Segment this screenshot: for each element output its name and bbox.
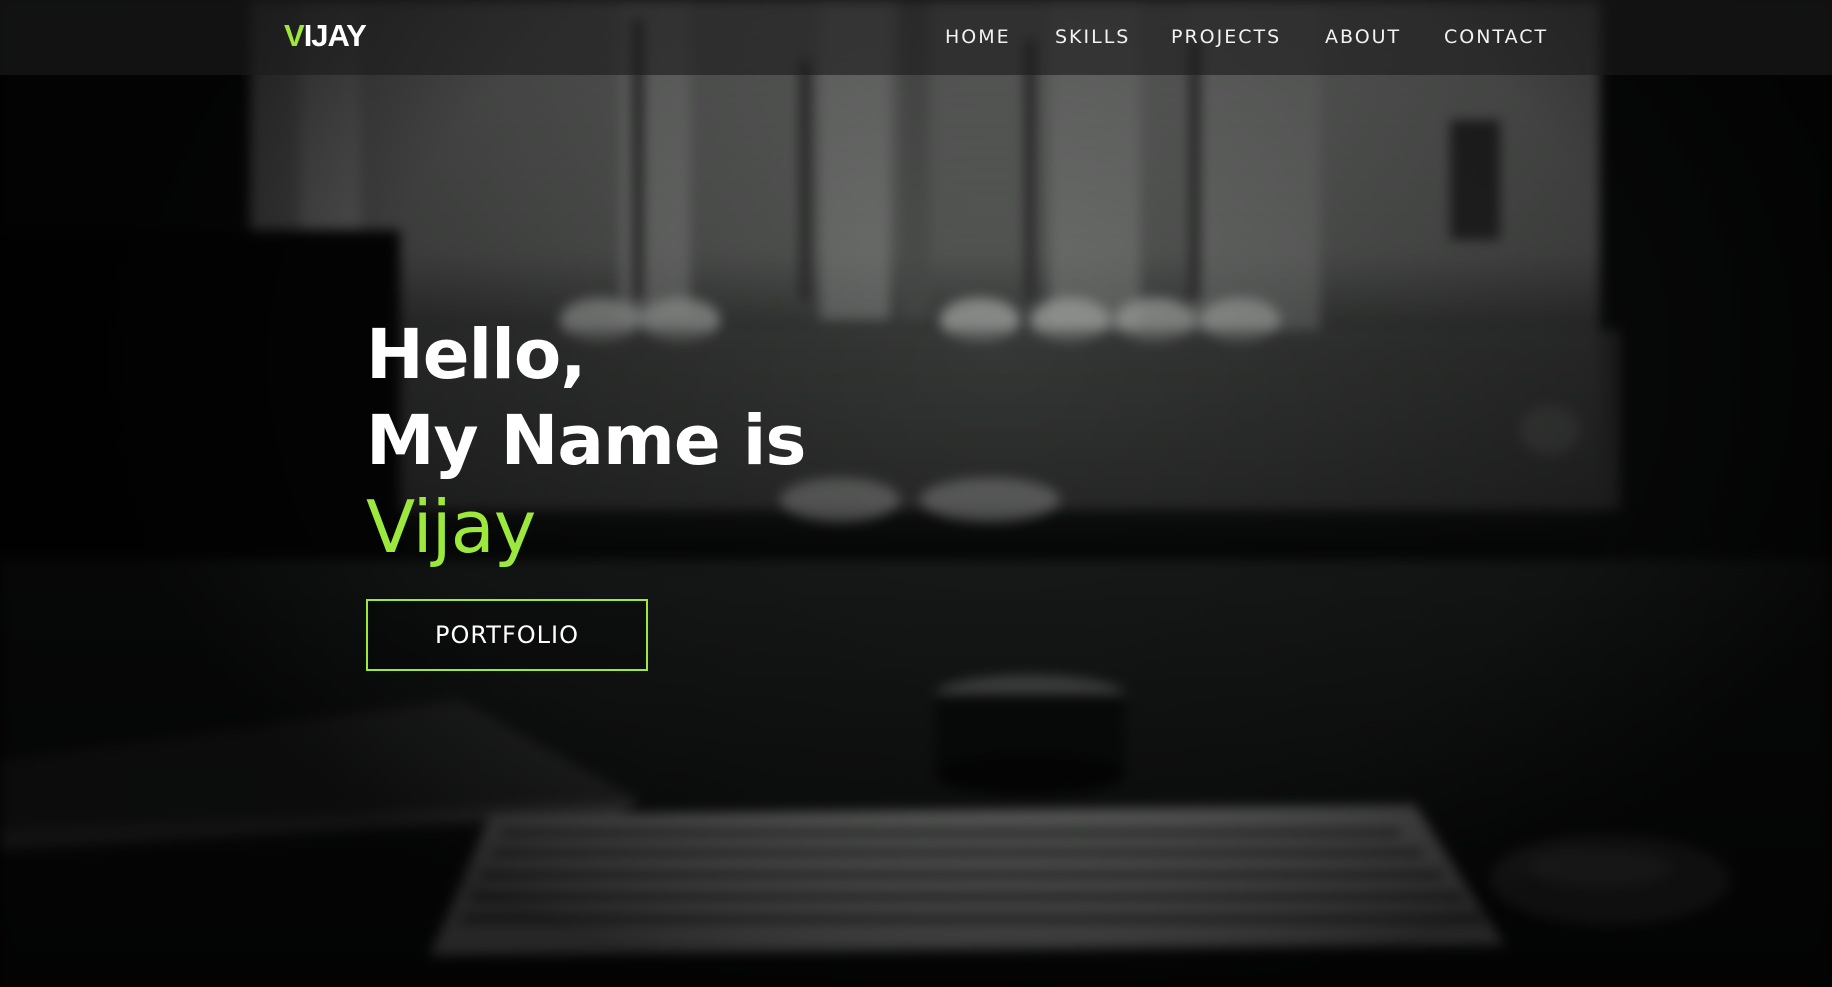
nav-item-home[interactable]: HOME — [945, 25, 1011, 49]
hero-name: Vijay — [366, 485, 536, 569]
hero-greeting: Hello, — [366, 315, 586, 395]
nav-item-contact[interactable]: CONTACT — [1444, 25, 1548, 49]
top-navbar: VIJAY HOME SKILLS PROJECTS ABOUT CONTACT — [0, 0, 1832, 75]
hero-heading: Hello, My Name is Vijay — [366, 312, 806, 570]
nav-item-projects[interactable]: PROJECTS — [1171, 25, 1281, 49]
page: VIJAY HOME SKILLS PROJECTS ABOUT CONTACT… — [0, 0, 1832, 987]
nav-item-skills[interactable]: SKILLS — [1055, 25, 1130, 49]
nav-menu: HOME SKILLS PROJECTS ABOUT CONTACT — [0, 0, 1832, 75]
hero-intro: My Name is — [366, 401, 806, 481]
nav-item-about[interactable]: ABOUT — [1325, 25, 1401, 49]
portfolio-button[interactable]: PORTFOLIO — [366, 599, 648, 671]
hero-background-image — [0, 0, 1832, 987]
